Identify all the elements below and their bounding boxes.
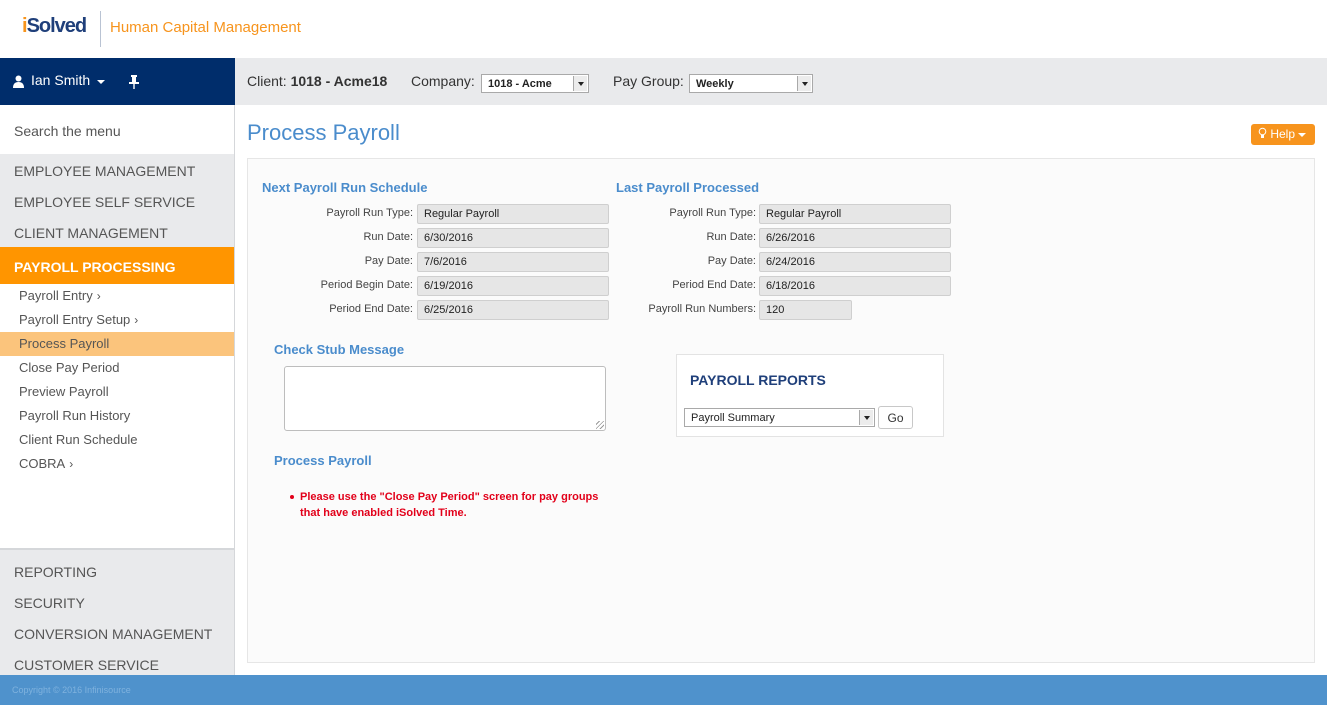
paygroup-select-value: Weekly: [696, 78, 734, 90]
dropdown-arrow-icon: [573, 76, 587, 91]
subnav-close-pay-period[interactable]: Close Pay Period: [0, 356, 234, 380]
payroll-submenu: Payroll Entry › Payroll Entry Setup › Proc…: [0, 284, 234, 476]
subnav-label: Preview Payroll: [19, 384, 109, 399]
nav-bottom-group: REPORTING SECURITY CONVERSION MANAGEMENT…: [0, 548, 234, 675]
subnav-label: Process Payroll: [19, 336, 110, 351]
nav-employee-self-service[interactable]: EMPLOYEE SELF SERVICE: [0, 185, 234, 216]
subnav-payroll-entry-setup[interactable]: Payroll Entry Setup ›: [0, 308, 234, 332]
dropdown-arrow-icon: [797, 76, 811, 91]
go-button[interactable]: Go: [878, 406, 913, 429]
field-value: 6/24/2016: [759, 252, 951, 272]
company-select[interactable]: 1018 - Acme: [481, 74, 589, 93]
chevron-right-icon: ›: [69, 457, 74, 471]
app-title: Human Capital Management: [110, 19, 301, 36]
report-select[interactable]: Payroll Summary: [684, 408, 875, 427]
payroll-reports-box: PAYROLL REPORTS Payroll Summary Go: [676, 354, 944, 437]
field-label: Payroll Run Type:: [669, 207, 756, 219]
company-label: Company:: [411, 73, 475, 89]
close-pay-period-notice: Please use the "Close Pay Period" screen…: [290, 489, 620, 521]
next-run-title: Next Payroll Run Schedule: [262, 180, 428, 195]
top-header: iSolved Human Capital Management: [0, 0, 1327, 58]
payroll-reports-title: PAYROLL REPORTS: [690, 372, 826, 388]
paygroup-label: Pay Group:: [613, 73, 684, 89]
resize-grip-icon[interactable]: [596, 421, 604, 429]
nav-employee-management[interactable]: EMPLOYEE MANAGEMENT: [0, 154, 234, 185]
help-label: Help: [1270, 127, 1296, 141]
field-value: 120: [759, 300, 852, 320]
process-payroll-panel: Next Payroll Run Schedule Payroll Run Ty…: [247, 158, 1315, 663]
subnav-preview-payroll[interactable]: Preview Payroll: [0, 380, 234, 404]
last-run-title: Last Payroll Processed: [616, 180, 760, 195]
chevron-right-icon: ›: [96, 289, 101, 303]
copyright-text: Copyright © 2016 Infinisource: [12, 685, 131, 695]
subnav-label: COBRA: [19, 456, 66, 471]
menu-search-input[interactable]: Search the menu: [0, 105, 234, 154]
field-value: 6/26/2016: [759, 228, 951, 248]
subnav-label: Payroll Run History: [19, 408, 131, 423]
field-label: Run Date:: [706, 231, 756, 243]
subnav-label: Payroll Entry: [19, 288, 93, 303]
check-stub-textarea[interactable]: [284, 366, 606, 431]
client-label: Client:: [247, 73, 287, 89]
nav-payroll-processing[interactable]: PAYROLL PROCESSING: [0, 247, 234, 284]
pin-icon[interactable]: [129, 75, 139, 89]
client-value: 1018 - Acme18: [290, 73, 388, 89]
subnav-client-run-schedule[interactable]: Client Run Schedule: [0, 428, 234, 452]
user-menu-bar: Ian Smith: [0, 58, 235, 105]
chevron-down-icon: [1298, 132, 1307, 137]
check-stub-title: Check Stub Message: [274, 342, 405, 357]
subnav-payroll-entry[interactable]: Payroll Entry ›: [0, 284, 234, 308]
nav-conversion-management[interactable]: CONVERSION MANAGEMENT: [0, 617, 234, 648]
chevron-down-icon[interactable]: [97, 80, 105, 84]
field-label: Payroll Run Numbers:: [648, 303, 756, 315]
company-select-value: 1018 - Acme: [488, 78, 552, 90]
sidebar: Search the menu EMPLOYEE MANAGEMENT EMPL…: [0, 105, 235, 675]
field-label: Period End Date:: [672, 279, 756, 291]
subnav-label: Client Run Schedule: [19, 432, 138, 447]
footer: Copyright © 2016 Infinisource: [0, 675, 1327, 705]
report-select-value: Payroll Summary: [691, 412, 775, 424]
page-title: Process Payroll: [247, 120, 400, 145]
subnav-label: Close Pay Period: [19, 360, 120, 375]
dropdown-arrow-icon: [859, 410, 873, 425]
chevron-right-icon: ›: [134, 313, 139, 327]
nav-top-group: EMPLOYEE MANAGEMENT EMPLOYEE SELF SERVIC…: [0, 154, 234, 247]
paygroup-select[interactable]: Weekly: [689, 74, 813, 93]
nav-client-management[interactable]: CLIENT MANAGEMENT: [0, 216, 234, 247]
nav-reporting[interactable]: REPORTING: [0, 555, 234, 586]
subnav-payroll-run-history[interactable]: Payroll Run History: [0, 404, 234, 428]
nav-security[interactable]: SECURITY: [0, 586, 234, 617]
client-info: Client: 1018 - Acme18: [247, 73, 387, 89]
logo-text: Solved: [26, 15, 88, 37]
field-value: 6/18/2016: [759, 276, 951, 296]
logo-divider: [100, 11, 101, 47]
subnav-cobra[interactable]: COBRA ›: [0, 452, 234, 476]
isolved-logo[interactable]: iSolved: [22, 15, 88, 38]
process-section-title: Process Payroll: [274, 453, 372, 468]
context-bar: Client: 1018 - Acme18 Company: 1018 - Ac…: [235, 58, 1327, 105]
app-root: iSolved Human Capital Management Ian Smi…: [0, 0, 1327, 705]
field-value: Regular Payroll: [759, 204, 951, 224]
field-label: Pay Date:: [707, 255, 756, 267]
subnav-label: Payroll Entry Setup: [19, 312, 131, 327]
user-icon: [13, 75, 24, 88]
help-button[interactable]: Help: [1251, 124, 1315, 145]
user-name-dropdown[interactable]: Ian Smith: [31, 72, 90, 88]
lightbulb-icon: [1258, 127, 1267, 138]
subnav-process-payroll[interactable]: Process Payroll: [0, 332, 234, 356]
